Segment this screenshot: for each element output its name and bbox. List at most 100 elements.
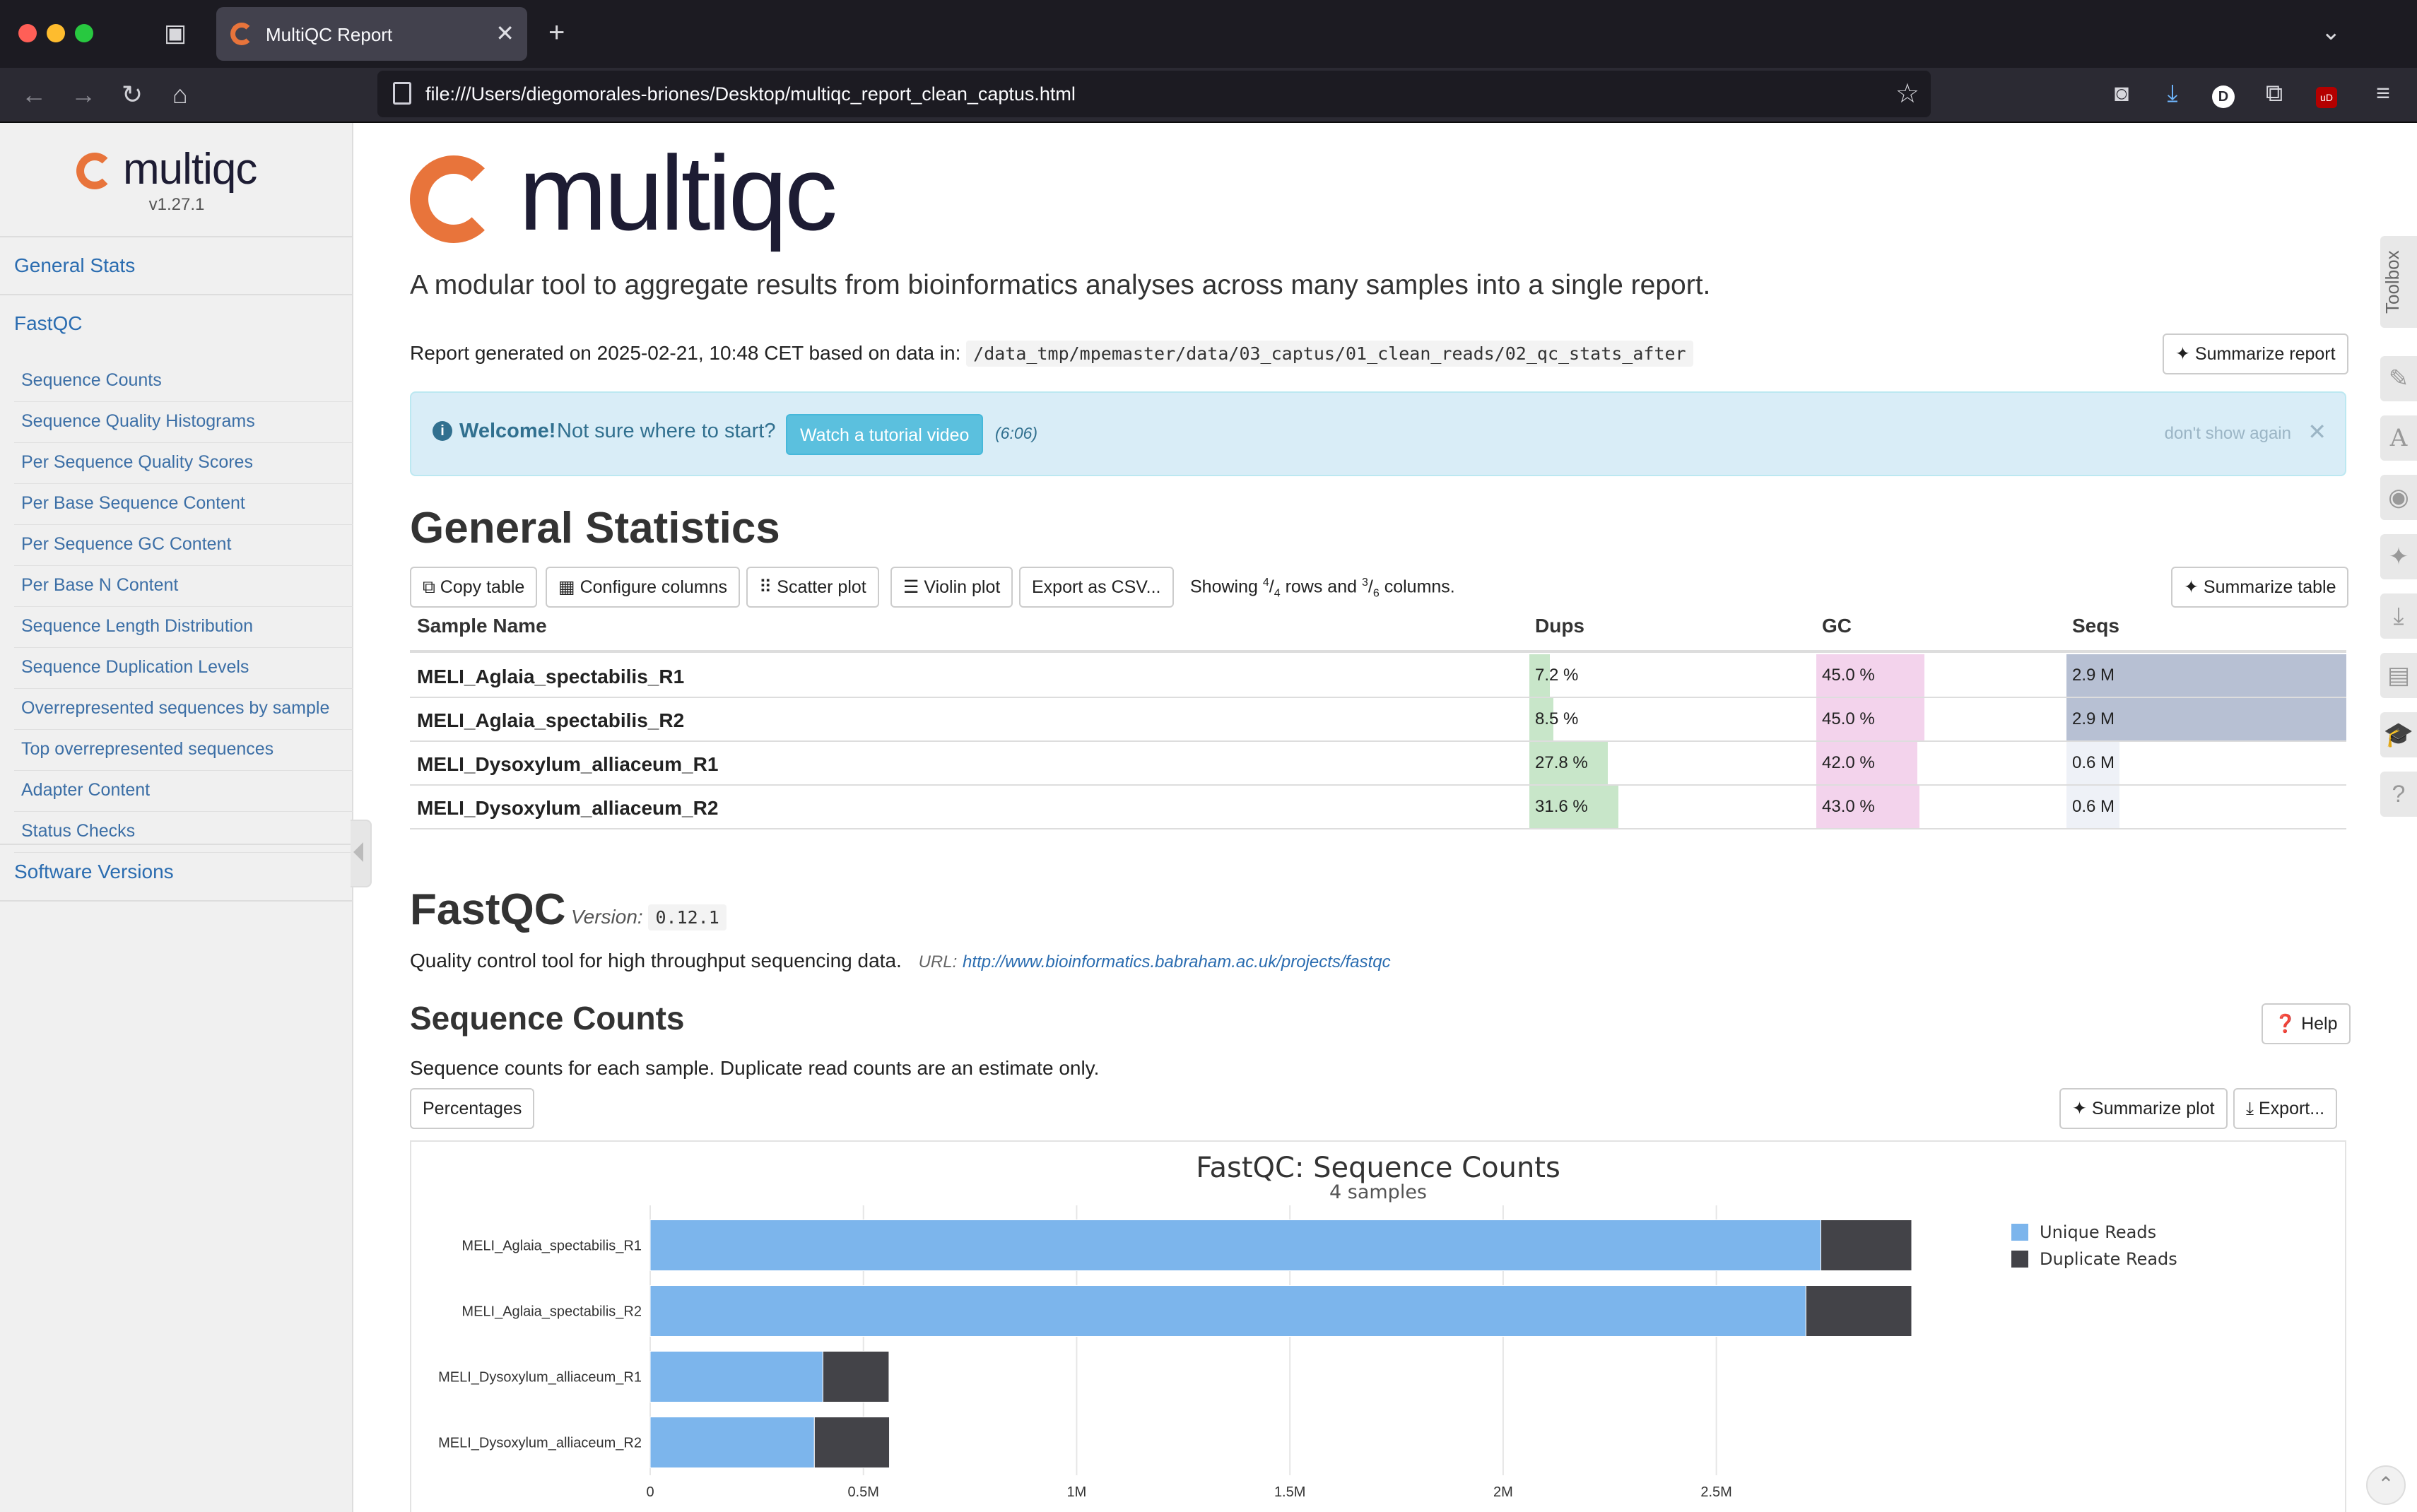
tab-overview-icon[interactable]: ▣ xyxy=(164,21,187,45)
download-icon: ⤓ xyxy=(2246,1099,2259,1118)
export-plot-button[interactable]: ⤓ Export... xyxy=(2233,1088,2338,1129)
general-statistics-title: General Statistics xyxy=(410,504,780,553)
forward-arrow-icon[interactable]: → xyxy=(71,81,96,109)
export-download-icon[interactable]: ⤓ xyxy=(2380,593,2417,639)
report-main: multiqc A modular tool to aggregate resu… xyxy=(353,123,2375,1512)
close-icon[interactable]: ✕ xyxy=(2307,418,2327,445)
sidebar-subitem[interactable]: Per Base Sequence Content xyxy=(21,493,245,514)
toolbox-panel: Toolbox ✎ A ◉ ✦ ⤓ ▤ 🎓 ? xyxy=(2375,123,2417,1512)
tab-multiqc-report[interactable]: MultiQC Report ✕ xyxy=(216,7,527,61)
browser-tab-bar: ▣ MultiQC Report ✕ + ⌄ xyxy=(0,0,2417,68)
column-header-gc[interactable]: GC xyxy=(1822,615,1852,637)
profile-avatar-icon[interactable]: D xyxy=(2208,79,2239,108)
sidebar-item-general-stats[interactable]: General Stats xyxy=(14,254,135,277)
watch-tutorial-button[interactable]: Watch a tutorial video xyxy=(786,414,984,455)
back-arrow-icon[interactable]: ← xyxy=(21,81,47,109)
dups-cell: 8.5 % xyxy=(1529,698,1812,740)
address-bar[interactable]: file:///Users/diegomorales-briones/Deskt… xyxy=(377,71,1931,117)
summarize-table-button[interactable]: ✦ Summarize table xyxy=(2171,567,2349,608)
sidebar-subitem[interactable]: Top overrepresented sequences xyxy=(21,739,274,760)
sidebar-subitem[interactable]: Overrepresented sequences by sample xyxy=(21,698,329,719)
scatter-icon: ⠿ xyxy=(759,577,777,597)
sequence-counts-chart: 0 0.5M 1M 1.5M 2M 2.5M FastQC: Sequence Counts… xyxy=(438,1152,2177,1500)
home-icon[interactable]: ⌂ xyxy=(172,81,188,109)
window-zoom-button[interactable] xyxy=(75,24,93,42)
ai-sparkle-icon[interactable]: ✦ xyxy=(2380,534,2417,579)
list-icon: ☰ xyxy=(903,577,924,597)
percentages-toggle-button[interactable]: Percentages xyxy=(410,1088,535,1129)
scroll-to-top-chevron-icon[interactable]: ⌃ xyxy=(2366,1465,2406,1505)
graduation-cap-icon[interactable]: 🎓 xyxy=(2380,712,2417,757)
gc-value: 45.0 % xyxy=(1822,666,1875,685)
sequence-counts-description: Sequence counts for each sample. Duplica… xyxy=(410,1057,1100,1079)
dups-value: 7.2 % xyxy=(1535,666,1579,685)
extensions-puzzle-icon[interactable]: ⧉ xyxy=(2259,79,2290,107)
sidebar-subitem[interactable]: Sequence Counts xyxy=(21,370,162,391)
seqs-cell: 2.9 M xyxy=(2066,698,2346,740)
sidebar-subitem[interactable]: Per Base N Content xyxy=(21,575,178,596)
sparkle-icon: ✦ xyxy=(2072,1099,2092,1118)
export-csv-button[interactable]: Export as CSV... xyxy=(1019,567,1174,608)
table-row: MELI_Dysoxylum_alliaceum_R2 31.6 % 43.0 % 0… xyxy=(410,786,2346,829)
report-generated-info: Report generated on 2025-02-21, 10:48 CE… xyxy=(410,341,1693,367)
column-header-dups[interactable]: Dups xyxy=(1535,615,1584,637)
fastqc-url-link[interactable]: http://www.bioinformatics.babraham.ac.uk… xyxy=(963,952,1391,971)
sidebar-subitem-divider xyxy=(14,688,353,689)
dont-show-again-link[interactable]: don't show again xyxy=(2165,424,2291,444)
sidebar-subitem[interactable]: Sequence Quality Histograms xyxy=(21,411,255,432)
bookmark-star-icon[interactable]: ☆ xyxy=(1895,78,1919,110)
bar-unique-reads xyxy=(649,1351,823,1402)
sidebar-multiqc-logo[interactable]: multiqc xyxy=(76,144,288,194)
hide-samples-eye-icon[interactable]: ◉ xyxy=(2380,475,2417,520)
help-question-icon[interactable]: ? xyxy=(2380,772,2417,817)
new-tab-icon[interactable]: + xyxy=(548,18,565,47)
sidebar-subitem[interactable]: Status Checks xyxy=(21,821,135,841)
summarize-report-button[interactable]: ✦ Summarize report xyxy=(2163,333,2348,374)
reload-icon[interactable]: ↻ xyxy=(122,81,143,109)
category-label: MELI_Aglaia_spectabilis_R2 xyxy=(461,1304,642,1320)
sidebar-subitem[interactable]: Adapter Content xyxy=(21,780,150,801)
sparkle-icon: ✦ xyxy=(2175,344,2195,364)
sample-name-cell: MELI_Dysoxylum_alliaceum_R1 xyxy=(417,753,719,775)
sidebar-subitem[interactable]: Per Sequence Quality Scores xyxy=(21,452,253,473)
sidebar-subitem[interactable]: Per Sequence GC Content xyxy=(21,534,231,555)
column-header-sample-name[interactable]: Sample Name xyxy=(417,615,547,637)
app-menu-hamburger-icon[interactable]: ≡ xyxy=(2368,79,2399,107)
list-all-tabs-chevron-icon[interactable]: ⌄ xyxy=(2321,20,2341,44)
pocket-icon[interactable]: ◙ xyxy=(2106,79,2137,107)
multiqc-logo-mark-icon xyxy=(76,153,113,189)
help-button[interactable]: ❓ Help xyxy=(2262,1003,2351,1044)
rename-samples-icon[interactable]: A xyxy=(2380,415,2417,461)
copy-table-button[interactable]: ⧉ Copy table xyxy=(410,567,538,608)
sidebar-subitem[interactable]: Sequence Length Distribution xyxy=(21,616,253,637)
column-header-seqs[interactable]: Seqs xyxy=(2072,615,2119,637)
sidebar-subitem-divider xyxy=(14,647,353,648)
table-row: MELI_Dysoxylum_alliaceum_R1 27.8 % 42.0 % 0… xyxy=(410,742,2346,786)
seqs-value: 2.9 M xyxy=(2072,666,2115,685)
downloads-icon[interactable]: ⤓ xyxy=(2157,79,2188,107)
window-minimize-button[interactable] xyxy=(47,24,65,42)
table-row: MELI_Aglaia_spectabilis_R2 8.5 % 45.0 % 2.9… xyxy=(410,698,2346,742)
multiqc-header-logo: multiqc xyxy=(410,140,876,246)
sidebar-logo-text: multiqc xyxy=(123,145,257,194)
violin-plot-button[interactable]: ☰ Violin plot xyxy=(890,567,1013,608)
configure-columns-button[interactable]: ▦ Configure columns xyxy=(546,567,741,608)
sidebar-subitem-divider xyxy=(14,811,353,812)
legend-swatch xyxy=(2011,1251,2028,1268)
x-tick-label: 0 xyxy=(646,1484,654,1500)
dups-cell: 27.8 % xyxy=(1529,742,1812,784)
sidebar-item-fastqc[interactable]: FastQC xyxy=(14,312,82,335)
sidebar-subitem[interactable]: Sequence Duplication Levels xyxy=(21,657,249,678)
multiqc-logo-mark-icon xyxy=(410,155,498,243)
sidebar-item-software-versions[interactable]: Software Versions xyxy=(14,861,174,883)
scatter-plot-button[interactable]: ⠿ Scatter plot xyxy=(746,567,879,608)
window-close-button[interactable] xyxy=(18,24,37,42)
tab-close-icon[interactable]: ✕ xyxy=(495,20,514,47)
summarize-plot-button[interactable]: ✦ Summarize plot xyxy=(2059,1088,2228,1129)
fastqc-version: Version: 0.12.1 xyxy=(571,904,727,931)
toolbox-tab[interactable]: Toolbox xyxy=(2380,236,2417,328)
save-settings-icon[interactable]: ▤ xyxy=(2380,653,2417,698)
url-text[interactable]: file:///Users/diegomorales-briones/Deskt… xyxy=(425,83,1076,105)
ublock-origin-icon[interactable]: uD xyxy=(2311,79,2342,108)
highlight-pin-icon[interactable]: ✎ xyxy=(2380,356,2417,401)
